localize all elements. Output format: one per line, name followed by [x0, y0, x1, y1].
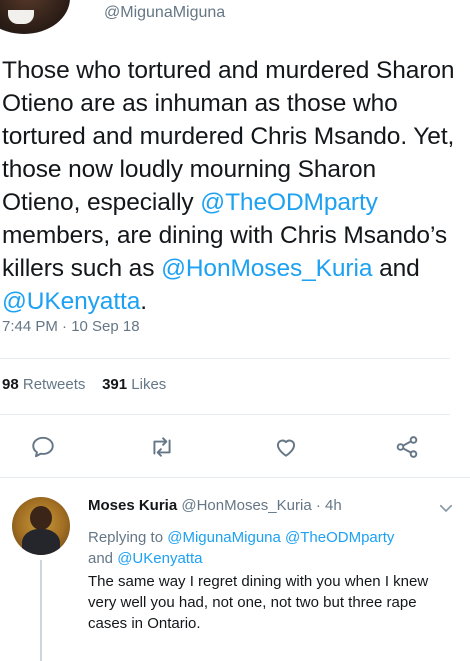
reply-header: Moses Kuria @HonMoses_Kuria · 4h [88, 497, 342, 514]
replying-prefix: Replying to [88, 529, 168, 546]
chevron-down-icon[interactable] [437, 499, 455, 517]
heart-icon [276, 439, 296, 457]
mention-link[interactable]: @UKenyatta [2, 288, 140, 315]
replying-to: Replying to @MigunaMiguna @TheODMparty an… [88, 527, 448, 569]
replying-mention[interactable]: @UKenyatta [117, 550, 202, 567]
tweet-stats: 98 Retweets 391 Likes [2, 376, 166, 393]
reply-author-name[interactable]: Moses Kuria [88, 497, 177, 514]
retweets-label: Retweets [22, 376, 86, 393]
likes-count: 391 [102, 376, 128, 393]
like-button[interactable] [271, 432, 301, 462]
likes-stat[interactable]: 391 Likes [102, 376, 166, 393]
tweet-text: Those who tortured and murdered Sharon O… [2, 54, 457, 318]
retweet-icon [153, 437, 171, 457]
likes-label: Likes [131, 376, 167, 393]
reply-text: The same way I regret dining with you wh… [88, 573, 429, 632]
reply-icon [32, 436, 54, 458]
divider [0, 477, 470, 478]
author-avatar[interactable] [0, 0, 70, 34]
thread-line [40, 560, 42, 661]
divider [0, 414, 450, 415]
reply-separator: · [315, 497, 321, 514]
author-handle[interactable]: @MigunaMiguna [104, 4, 225, 22]
mention-link[interactable]: @HonMoses_Kuria [161, 255, 372, 282]
reply-time[interactable]: 4h [325, 497, 342, 514]
replying-and: and [88, 550, 118, 567]
retweet-button[interactable] [147, 432, 177, 462]
replying-mention[interactable]: @MigunaMiguna [167, 529, 281, 546]
reply-button[interactable] [28, 432, 58, 462]
divider [0, 358, 450, 359]
tweet-text-part: . [140, 288, 147, 315]
tweet-timestamp[interactable]: 7:44 PM · 10 Sep 18 [2, 318, 140, 335]
share-icon [396, 436, 418, 458]
replying-mention[interactable]: @TheODMparty [285, 529, 394, 546]
share-button[interactable] [392, 432, 422, 462]
tweet-text-part: and [372, 255, 420, 282]
mention-link[interactable]: @TheODMparty [200, 189, 378, 216]
retweets-stat[interactable]: 98 Retweets [2, 376, 85, 393]
reply-author-avatar[interactable] [12, 497, 70, 555]
retweets-count: 98 [2, 376, 19, 393]
reply-author-handle[interactable]: @HonMoses_Kuria [181, 497, 311, 514]
